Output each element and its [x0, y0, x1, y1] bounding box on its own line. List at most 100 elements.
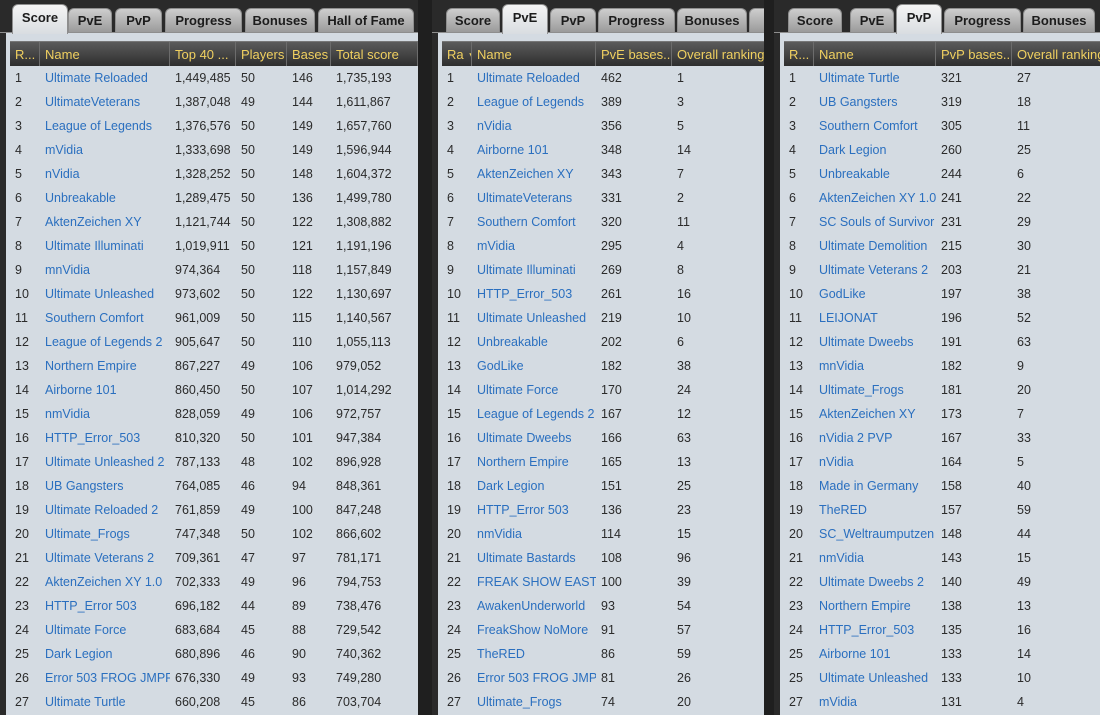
table-row[interactable]: 12 League of Legends 2 905,647 50 110 1,055,1… [10, 330, 418, 354]
name-link[interactable]: AwakenUnderworld [472, 594, 596, 618]
name-link[interactable]: LEIJONAT [814, 306, 936, 330]
table-row[interactable]: 19 TheRED 157 59 [784, 498, 1100, 522]
table-row[interactable]: 7 AktenZeichen XY 1,121,744 50 122 1,308,882 [10, 210, 418, 234]
name-link[interactable]: HTTP_Error_503 [40, 426, 170, 450]
name-link[interactable]: AktenZeichen XY [814, 402, 936, 426]
name-link[interactable]: Error 503 FROG JMPRS [472, 666, 596, 690]
table-row[interactable]: 3 nVidia 356 5 [442, 114, 764, 138]
name-link[interactable]: Southern Comfort [472, 210, 596, 234]
table-row[interactable]: 2 UB Gangsters 319 18 [784, 90, 1100, 114]
table-row[interactable]: 18 Dark Legion 151 25 [442, 474, 764, 498]
name-link[interactable]: Ultimate_Frogs [814, 378, 936, 402]
table-row[interactable]: 20 Ultimate_Frogs 747,348 50 102 866,602 [10, 522, 418, 546]
table-row[interactable]: 1 Ultimate Reloaded 462 1 [442, 66, 764, 90]
col-overall-ranking[interactable]: Overall ranking [672, 42, 764, 66]
table-row[interactable]: 5 AktenZeichen XY 343 7 [442, 162, 764, 186]
table-row[interactable]: 26 Error 503 FROG JMPRS 81 26 [442, 666, 764, 690]
table-row[interactable]: 18 UB Gangsters 764,085 46 94 848,361 [10, 474, 418, 498]
table-row[interactable]: 6 UltimateVeterans 331 2 [442, 186, 764, 210]
table-row[interactable]: 25 Airborne 101 133 14 [784, 642, 1100, 666]
table-row[interactable]: 2 League of Legends 389 3 [442, 90, 764, 114]
table-row[interactable]: 4 Dark Legion 260 25 [784, 138, 1100, 162]
name-link[interactable]: HTTP_Error 503 [472, 498, 596, 522]
name-link[interactable]: Error 503 FROG JMPRS [40, 666, 170, 690]
table-row[interactable]: 8 Ultimate Demolition 215 30 [784, 234, 1100, 258]
tab-pve[interactable]: PvE [502, 4, 548, 34]
table-row[interactable]: 4 Airborne 101 348 14 [442, 138, 764, 162]
name-link[interactable]: Ultimate Force [472, 378, 596, 402]
table-row[interactable]: 17 Northern Empire 165 13 [442, 450, 764, 474]
name-link[interactable]: Airborne 101 [814, 642, 936, 666]
table-row[interactable]: 13 GodLike 182 38 [442, 354, 764, 378]
name-link[interactable]: nVidia 2 PVP [814, 426, 936, 450]
table-row[interactable]: 12 Ultimate Dweebs 191 63 [784, 330, 1100, 354]
tab-pve[interactable]: PvE [850, 8, 894, 32]
table-row[interactable]: 14 Ultimate_Frogs 181 20 [784, 378, 1100, 402]
table-row[interactable]: 25 Ultimate Unleashed 133 10 [784, 666, 1100, 690]
name-link[interactable]: Ultimate Force [40, 618, 170, 642]
table-row[interactable]: 7 SC Souls of Survivor 231 29 [784, 210, 1100, 234]
tab-progress[interactable]: Progress [165, 8, 242, 32]
col-name[interactable]: Name [472, 42, 596, 66]
name-link[interactable]: AktenZeichen XY [472, 162, 596, 186]
name-link[interactable]: AktenZeichen XY 1.0 [814, 186, 936, 210]
table-row[interactable]: 2 UltimateVeterans 1,387,048 49 144 1,611,867 [10, 90, 418, 114]
table-row[interactable]: 15 nmVidia 828,059 49 106 972,757 [10, 402, 418, 426]
name-link[interactable]: Ultimate Unleashed [814, 666, 936, 690]
table-row[interactable]: 17 nVidia 164 5 [784, 450, 1100, 474]
table-row[interactable]: 23 HTTP_Error 503 696,182 44 89 738,476 [10, 594, 418, 618]
col-total-score[interactable]: Total score [331, 42, 418, 66]
name-link[interactable]: Ultimate Dweebs [472, 426, 596, 450]
table-row[interactable]: 1 Ultimate Reloaded 1,449,485 50 146 1,735,19… [10, 66, 418, 90]
name-link[interactable]: GodLike [814, 282, 936, 306]
table-row[interactable]: 3 Southern Comfort 305 11 [784, 114, 1100, 138]
name-link[interactable]: HTTP_Error 503 [40, 594, 170, 618]
col-pve-bases[interactable]: PvE bases... [596, 42, 672, 66]
name-link[interactable]: UltimateVeterans [472, 186, 596, 210]
name-link[interactable]: SC_Weltraumputzen [814, 522, 936, 546]
tab-more[interactable] [749, 8, 764, 32]
tab-pvp[interactable]: PvP [550, 8, 596, 32]
name-link[interactable]: Northern Empire [814, 594, 936, 618]
name-link[interactable]: TheRED [814, 498, 936, 522]
name-link[interactable]: nmVidia [814, 546, 936, 570]
name-link[interactable]: TheRED [472, 642, 596, 666]
table-row[interactable]: 19 HTTP_Error 503 136 23 [442, 498, 764, 522]
name-link[interactable]: SC Souls of Survivor [814, 210, 936, 234]
tab-pve[interactable]: PvE [68, 8, 112, 32]
table-row[interactable]: 24 FreakShow NoMore 91 57 [442, 618, 764, 642]
table-row[interactable]: 20 SC_Weltraumputzen 148 44 [784, 522, 1100, 546]
tab-pvp[interactable]: PvP [115, 8, 162, 32]
table-row[interactable]: 10 HTTP_Error_503 261 16 [442, 282, 764, 306]
name-link[interactable]: Unbreakable [40, 186, 170, 210]
table-row[interactable]: 11 LEIJONAT 196 52 [784, 306, 1100, 330]
table-row[interactable]: 7 Southern Comfort 320 11 [442, 210, 764, 234]
table-row[interactable]: 20 nmVidia 114 15 [442, 522, 764, 546]
table-row[interactable]: 10 Ultimate Unleashed 973,602 50 122 1,130,69… [10, 282, 418, 306]
name-link[interactable]: Ultimate Dweebs [814, 330, 936, 354]
table-row[interactable]: 27 Ultimate_Frogs 74 20 [442, 690, 764, 714]
table-row[interactable]: 26 Error 503 FROG JMPRS 676,330 49 93 749,280 [10, 666, 418, 690]
table-row[interactable]: 19 Ultimate Reloaded 2 761,859 49 100 847,248 [10, 498, 418, 522]
table-row[interactable]: 8 mVidia 295 4 [442, 234, 764, 258]
name-link[interactable]: Ultimate Illuminati [40, 234, 170, 258]
table-row[interactable]: 10 GodLike 197 38 [784, 282, 1100, 306]
table-row[interactable]: 14 Ultimate Force 170 24 [442, 378, 764, 402]
table-row[interactable]: 11 Southern Comfort 961,009 50 115 1,140,567 [10, 306, 418, 330]
name-link[interactable]: mVidia [814, 690, 936, 714]
table-row[interactable]: 18 Made in Germany 158 40 [784, 474, 1100, 498]
tab-score[interactable]: Score [788, 8, 842, 32]
table-row[interactable]: 3 League of Legends 1,376,576 50 149 1,657,76… [10, 114, 418, 138]
tab-bonuses[interactable]: Bonuses [245, 8, 315, 32]
col-overall-ranking[interactable]: Overall ranking [1012, 42, 1100, 66]
table-row[interactable]: 9 Ultimate Illuminati 269 8 [442, 258, 764, 282]
tab-pvp[interactable]: PvP [896, 4, 942, 34]
name-link[interactable]: League of Legends [472, 90, 596, 114]
name-link[interactable]: Ultimate Illuminati [472, 258, 596, 282]
name-link[interactable]: Made in Germany [814, 474, 936, 498]
tab-score[interactable]: Score [446, 8, 500, 32]
name-link[interactable]: Ultimate Reloaded 2 [40, 498, 170, 522]
name-link[interactable]: Ultimate Turtle [814, 66, 936, 90]
table-row[interactable]: 15 AktenZeichen XY 173 7 [784, 402, 1100, 426]
name-link[interactable]: Ultimate Bastards [472, 546, 596, 570]
